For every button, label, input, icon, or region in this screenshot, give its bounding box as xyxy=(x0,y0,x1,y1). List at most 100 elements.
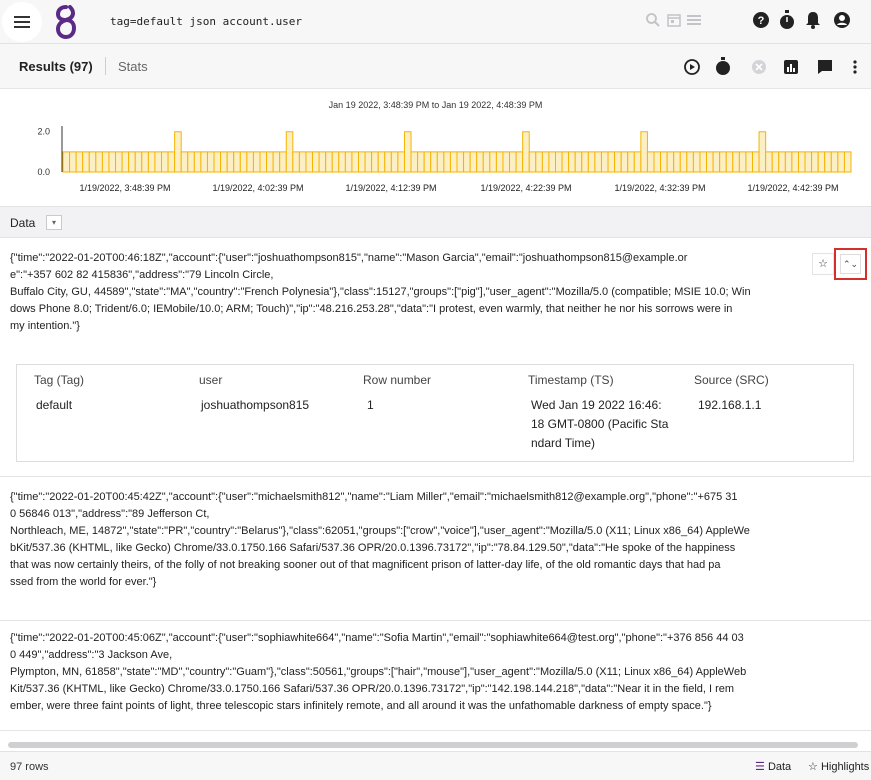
chart-bar[interactable] xyxy=(640,131,648,173)
chart-bar[interactable] xyxy=(771,151,780,173)
chart-bar[interactable] xyxy=(837,151,845,173)
chart-bar[interactable] xyxy=(82,151,90,173)
chart-bar[interactable] xyxy=(502,151,511,173)
chart-bar[interactable] xyxy=(824,151,832,173)
horizontal-scrollbar[interactable] xyxy=(8,742,858,748)
chart-bar[interactable] xyxy=(646,151,655,173)
chart-bar[interactable] xyxy=(167,151,176,173)
expand-button[interactable]: ⌃⌄ xyxy=(834,248,867,280)
help-icon[interactable]: ? xyxy=(752,11,770,29)
chart-bar[interactable] xyxy=(436,151,445,173)
chart-bar[interactable] xyxy=(699,151,708,173)
chart-bar[interactable] xyxy=(246,151,254,173)
list-item[interactable]: {"time":"2022-01-20T00:45:42Z","account"… xyxy=(10,489,870,591)
chart-bar[interactable] xyxy=(443,151,451,173)
chart-bar[interactable] xyxy=(627,151,635,173)
chart-bar[interactable] xyxy=(495,151,504,173)
tab-stats[interactable]: Stats xyxy=(118,59,148,74)
chart-bar[interactable] xyxy=(423,151,432,173)
list-item[interactable]: {"time":"2022-01-20T00:46:18Z","account"… xyxy=(10,250,870,335)
chart-bar[interactable] xyxy=(272,151,281,173)
chart-bar[interactable] xyxy=(115,151,123,173)
chart-bar[interactable] xyxy=(581,151,589,173)
chart-bar[interactable] xyxy=(633,151,642,173)
chart-bar[interactable] xyxy=(200,151,208,173)
stopwatch-icon[interactable] xyxy=(778,10,796,30)
chart-bar[interactable] xyxy=(62,151,71,173)
chart-bar[interactable] xyxy=(738,151,747,173)
chart-bar[interactable] xyxy=(804,151,813,173)
chart-bar[interactable] xyxy=(509,151,517,173)
chart-bar[interactable] xyxy=(725,151,734,173)
chart-bar[interactable] xyxy=(285,131,294,173)
chart-bar[interactable] xyxy=(587,151,596,173)
chart-bar[interactable] xyxy=(607,151,616,173)
chart-icon[interactable] xyxy=(783,59,799,75)
chart-bar[interactable] xyxy=(712,151,721,173)
chart-bar[interactable] xyxy=(371,151,379,173)
chart-bar[interactable] xyxy=(830,151,839,173)
stopwatch-icon[interactable] xyxy=(715,57,731,76)
chart-bar[interactable] xyxy=(141,151,149,173)
chart-bar[interactable] xyxy=(784,151,793,173)
chart-bar[interactable] xyxy=(765,151,773,173)
star-icon[interactable]: ☆ xyxy=(812,253,834,275)
chart-bar[interactable] xyxy=(147,151,156,173)
highlights-button[interactable]: ☆ Highlights xyxy=(808,760,869,773)
menu-button[interactable] xyxy=(2,2,42,42)
chart-bar[interactable] xyxy=(679,151,688,173)
timeline-chart[interactable]: 2.0 0.0 1/19/2022, 3:48:39 PM 1/19/2022, 4:… xyxy=(0,90,871,202)
chart-bar[interactable] xyxy=(187,151,195,173)
chart-bar[interactable] xyxy=(108,151,117,173)
chart-bar[interactable] xyxy=(75,151,84,173)
chart-bar[interactable] xyxy=(226,151,235,173)
chart-bar[interactable] xyxy=(193,151,202,173)
list-item[interactable]: {"time":"2022-01-20T00:45:06Z","account"… xyxy=(10,630,870,715)
chart-bar[interactable] xyxy=(660,151,668,173)
chart-bar[interactable] xyxy=(154,151,162,173)
chart-bar[interactable] xyxy=(568,151,576,173)
chart-bar[interactable] xyxy=(266,151,274,173)
search-query-input[interactable]: tag=default json account.user xyxy=(110,15,302,28)
chart-bar[interactable] xyxy=(778,151,786,173)
chart-bar[interactable] xyxy=(292,151,300,173)
cancel-icon[interactable] xyxy=(751,59,767,75)
search-icon[interactable] xyxy=(645,12,661,28)
play-icon[interactable] xyxy=(684,59,700,75)
chart-bar[interactable] xyxy=(791,151,799,173)
chart-bar[interactable] xyxy=(397,151,405,173)
chart-bar[interactable] xyxy=(706,151,714,173)
chart-bar[interactable] xyxy=(69,151,77,173)
chart-bar[interactable] xyxy=(430,151,438,173)
chart-bar[interactable] xyxy=(515,151,524,173)
chart-bar[interactable] xyxy=(482,151,491,173)
chart-bar[interactable] xyxy=(213,151,222,173)
chart-bar[interactable] xyxy=(101,151,110,173)
chart-bar[interactable] xyxy=(417,151,425,173)
chart-bar[interactable] xyxy=(548,151,556,173)
chart-bar[interactable] xyxy=(239,151,248,173)
comment-icon[interactable] xyxy=(817,59,833,75)
chart-bar[interactable] xyxy=(128,151,136,173)
chart-bar[interactable] xyxy=(364,151,373,173)
chart-bar[interactable] xyxy=(528,151,537,173)
chart-bar[interactable] xyxy=(476,151,484,173)
chart-bar[interactable] xyxy=(469,151,478,173)
chart-bar[interactable] xyxy=(758,131,767,173)
chart-bar[interactable] xyxy=(338,151,346,173)
chart-bar[interactable] xyxy=(298,151,307,173)
chart-bar[interactable] xyxy=(653,151,662,173)
chart-bar[interactable] xyxy=(410,151,419,173)
chart-bar[interactable] xyxy=(666,151,675,173)
chart-bar[interactable] xyxy=(377,151,386,173)
data-view-button[interactable]: ☰ Data xyxy=(755,760,791,773)
chart-bar[interactable] xyxy=(390,151,399,173)
chart-bar[interactable] xyxy=(206,151,215,173)
chart-bar[interactable] xyxy=(95,151,103,173)
chart-bar[interactable] xyxy=(279,151,287,173)
chart-bar[interactable] xyxy=(233,151,241,173)
chart-bar[interactable] xyxy=(358,151,366,173)
chart-bar[interactable] xyxy=(259,151,268,173)
chart-bar[interactable] xyxy=(614,151,622,173)
chart-bar[interactable] xyxy=(384,151,392,173)
